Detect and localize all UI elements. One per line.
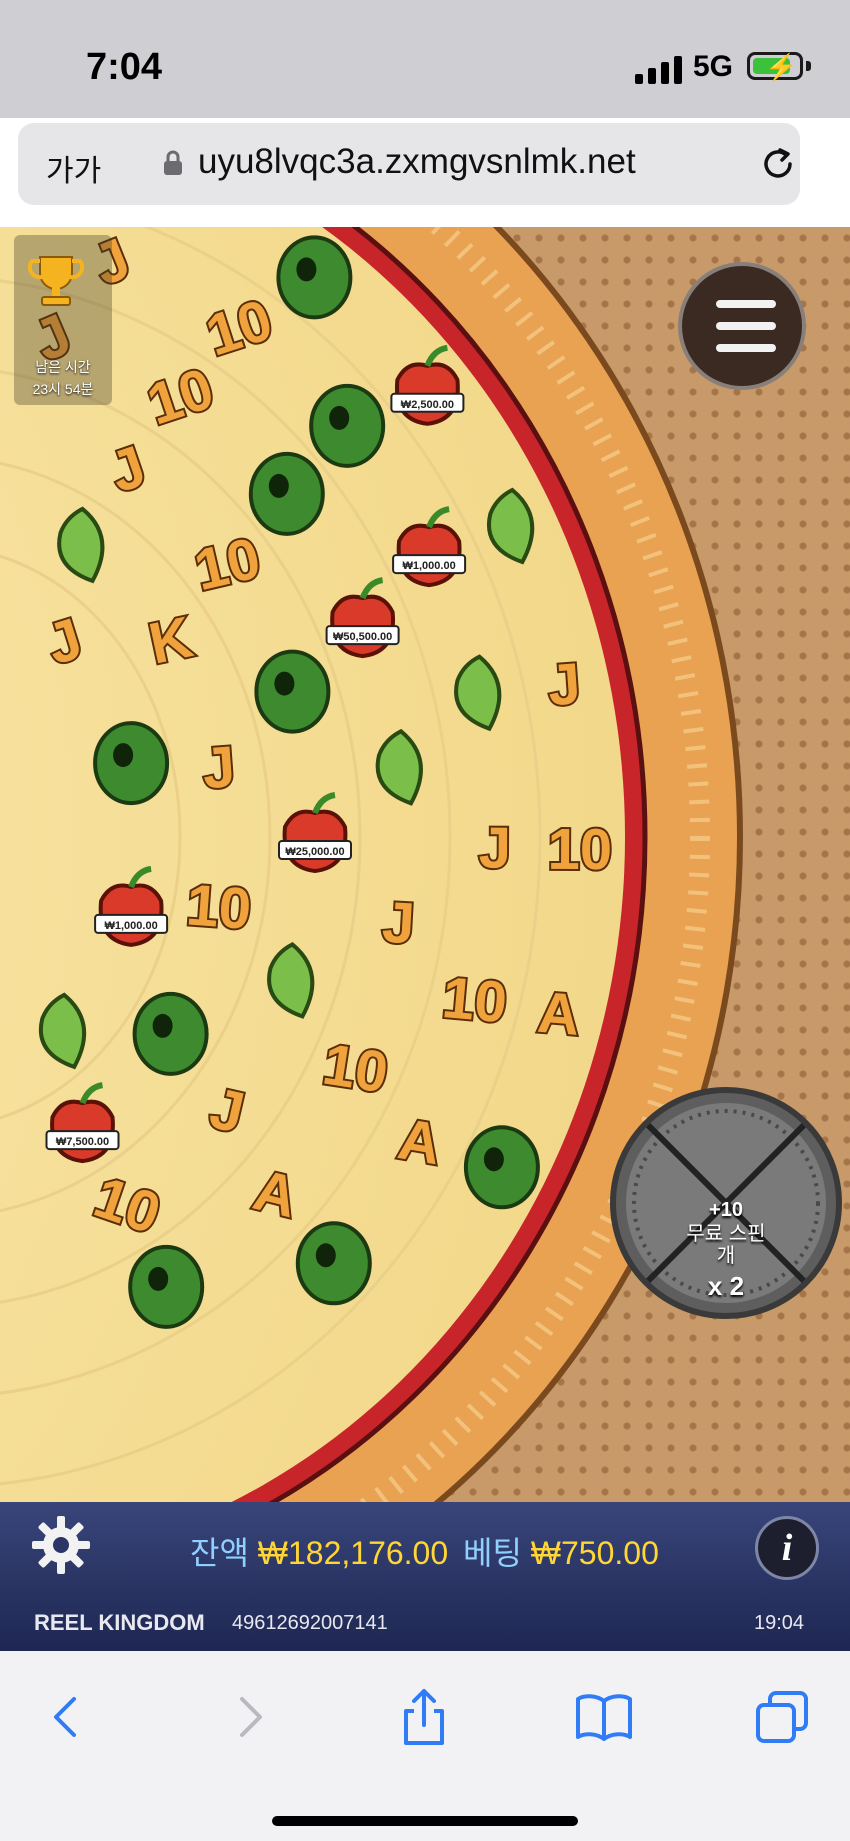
game-clock: 19:04 bbox=[754, 1612, 805, 1634]
menu-icon-line bbox=[716, 344, 776, 352]
url-text[interactable]: uyu8lvqc3a.zxmgvsnlmk.net bbox=[198, 142, 636, 182]
olive-symbol bbox=[463, 1125, 540, 1210]
svg-text:10: 10 bbox=[184, 872, 253, 942]
prize-label: ₩25,000.00 bbox=[285, 846, 344, 858]
free-spins-label-line2: 개 bbox=[716, 1245, 736, 1267]
reload-icon[interactable] bbox=[758, 144, 798, 184]
balance-display: 잔액 ₩182,176.00 bbox=[190, 1528, 448, 1574]
text-size-button[interactable]: 가가 bbox=[46, 146, 101, 190]
svg-text:J: J bbox=[479, 816, 512, 881]
prize-label: ₩1,000.00 bbox=[104, 920, 157, 932]
signal-icon bbox=[635, 56, 682, 84]
game-canvas[interactable]: ₩2,500.00 J 10 A J 10 ₩1,000.00 J 10 A J 10 ₩50,500.… bbox=[0, 227, 850, 1651]
info-icon[interactable]: i bbox=[755, 1516, 819, 1580]
home-indicator bbox=[272, 1816, 578, 1826]
browser-toolbar bbox=[0, 1651, 850, 1841]
trophy-icon bbox=[28, 256, 84, 306]
svg-text:J: J bbox=[546, 651, 583, 718]
battery-tip bbox=[806, 61, 811, 71]
bet-display[interactable]: 베팅 ₩750.00 bbox=[463, 1528, 659, 1574]
letter-symbol: J bbox=[379, 888, 419, 959]
pizza-board: ₩2,500.00J10AJ10₩1,000.00J10AJ10₩50,500.… bbox=[0, 227, 743, 1651]
menu-button[interactable] bbox=[678, 262, 806, 390]
tabs-icon[interactable] bbox=[752, 1687, 812, 1747]
tournament-timer[interactable]: 남은 시간 23시 54분 bbox=[14, 235, 112, 405]
svg-text:J: J bbox=[381, 890, 417, 957]
letter-symbol: J bbox=[198, 732, 239, 803]
free-spins-plus: +10 bbox=[709, 1199, 743, 1221]
menu-icon bbox=[716, 300, 776, 308]
balance-value: ₩182,176.00 bbox=[257, 1535, 449, 1571]
free-spins-label: 무료 스핀 개 bbox=[616, 1223, 836, 1267]
status-time: 7:04 bbox=[86, 46, 163, 88]
gear-icon[interactable] bbox=[30, 1514, 92, 1576]
balance-label: 잔액 bbox=[190, 1535, 249, 1571]
prize-label: ₩7,500.00 bbox=[56, 1136, 109, 1148]
olive-symbol bbox=[93, 721, 170, 806]
free-spins-label-line1: 무료 스핀 bbox=[686, 1223, 766, 1245]
back-icon[interactable] bbox=[36, 1687, 96, 1747]
timer-value: 23시 54분 bbox=[32, 381, 94, 397]
olive-symbol bbox=[132, 991, 209, 1076]
game-bottom-bar: 잔액 ₩182,176.00 베팅 ₩750.00 i REEL KINGDOM… bbox=[0, 1502, 850, 1651]
letter-symbol: J bbox=[477, 814, 514, 883]
letter-symbol: 10 bbox=[545, 815, 614, 884]
lock-icon bbox=[164, 150, 182, 175]
olive-symbol bbox=[128, 1244, 205, 1329]
letter-symbol: A bbox=[533, 978, 584, 1050]
svg-text:A: A bbox=[535, 980, 582, 1048]
svg-text:J: J bbox=[200, 734, 237, 801]
prize-label: ₩50,500.00 bbox=[333, 631, 392, 643]
letter-symbol: 10 bbox=[317, 1030, 395, 1108]
letter-symbol: J bbox=[544, 649, 585, 720]
bet-label: 베팅 bbox=[463, 1535, 522, 1571]
olive-symbol bbox=[309, 383, 386, 468]
prize-label: ₩2,500.00 bbox=[401, 399, 454, 411]
menu-icon-line bbox=[716, 322, 776, 330]
svg-text:10: 10 bbox=[547, 817, 612, 882]
free-spins-multiplier: x 2 bbox=[707, 1271, 745, 1301]
bet-value: ₩750.00 bbox=[530, 1535, 659, 1571]
olive-symbol bbox=[295, 1221, 372, 1306]
svg-text:10: 10 bbox=[319, 1032, 393, 1106]
round-id: 49612692007141 bbox=[232, 1612, 388, 1634]
olive-symbol bbox=[248, 451, 325, 536]
svg-text:10: 10 bbox=[440, 965, 510, 1035]
olive-symbol bbox=[276, 235, 353, 320]
share-icon[interactable] bbox=[394, 1687, 454, 1747]
prize-label: ₩1,000.00 bbox=[402, 560, 455, 572]
bookmarks-icon[interactable] bbox=[574, 1687, 634, 1747]
letter-symbol: 10 bbox=[438, 963, 512, 1037]
status-bar: 7:04 5G ⚡ bbox=[0, 0, 850, 118]
brand-label: REEL KINGDOM bbox=[34, 1610, 205, 1635]
letter-symbol: 10 bbox=[182, 870, 255, 944]
free-spins-badge[interactable]: +10 무료 스핀 개 x 2 bbox=[610, 1087, 842, 1319]
network-type: 5G bbox=[693, 50, 734, 83]
olive-symbol bbox=[254, 649, 331, 734]
charging-bolt-icon: ⚡ bbox=[765, 52, 798, 82]
forward-icon[interactable] bbox=[220, 1687, 280, 1747]
timer-label: 남은 시간 bbox=[35, 359, 91, 375]
